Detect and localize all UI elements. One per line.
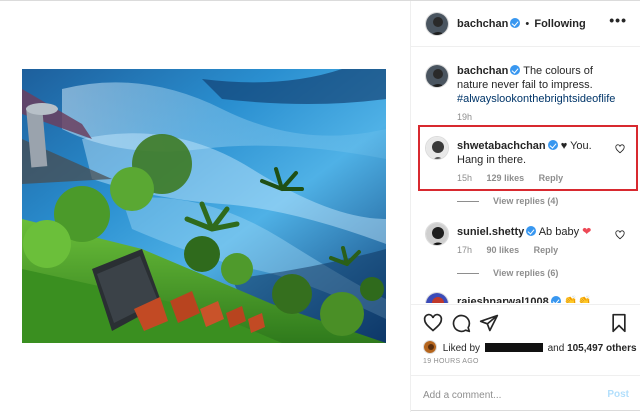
- caption-username[interactable]: bachchan: [457, 65, 508, 77]
- comment-bubble-icon[interactable]: [451, 313, 471, 333]
- caption-text: bachchan The colours of nature never fai…: [457, 64, 615, 106]
- comment-username[interactable]: suniel.shetty: [457, 226, 524, 238]
- verified-badge-icon: [526, 226, 537, 236]
- header-separator: •: [525, 18, 530, 30]
- caption-avatar[interactable]: [425, 64, 449, 88]
- liker-avatar[interactable]: [423, 340, 437, 354]
- view-replies-button[interactable]: View replies (4): [457, 196, 558, 206]
- post-header: bachchan • Following •••: [411, 1, 640, 47]
- instagram-post: bachchan • Following ••• bachchan The co…: [0, 0, 640, 412]
- bachchan-avatar[interactable]: [425, 12, 449, 36]
- save-bookmark-icon[interactable]: [609, 313, 629, 333]
- following-button[interactable]: Following: [534, 18, 585, 30]
- share-send-icon[interactable]: [479, 313, 499, 333]
- liked-by-line: Liked by and 105,497 others: [423, 340, 640, 356]
- redacted-username: [484, 343, 543, 352]
- caption-hashtag[interactable]: #alwayslookonthebrightsideoflife: [457, 93, 615, 105]
- caption-time[interactable]: 19h: [457, 112, 472, 122]
- post-photo[interactable]: [22, 69, 386, 343]
- add-comment-input[interactable]: [423, 387, 593, 403]
- comment-text: suniel.shetty Ab baby ❤: [457, 225, 607, 239]
- caption-meta: 19h: [457, 112, 484, 122]
- verified-badge-icon: [510, 18, 521, 28]
- add-comment-bar: Post: [411, 375, 640, 412]
- header-user-line: bachchan • Following: [457, 18, 586, 30]
- view-replies-button[interactable]: View replies (6): [457, 268, 558, 278]
- like-comment-heart-icon[interactable]: [615, 230, 625, 240]
- liked-by-and: and: [547, 343, 565, 354]
- comment-avatar[interactable]: [425, 222, 449, 246]
- post-timestamp[interactable]: 19 HOURS AGO: [423, 358, 479, 365]
- more-options-icon[interactable]: •••: [609, 12, 627, 28]
- comment-text: rajeshnarwal1008 👏👏: [457, 295, 627, 303]
- red-heart-emoji: ❤: [582, 226, 592, 238]
- comment-body: Ab baby: [538, 226, 580, 238]
- post-sidebar: bachchan • Following ••• bachchan The co…: [410, 1, 640, 412]
- comment-avatar[interactable]: [425, 292, 449, 303]
- post-media-area: [0, 1, 410, 412]
- highlight-box: [418, 125, 638, 191]
- post-comment-button[interactable]: Post: [607, 389, 629, 400]
- comment-time[interactable]: 17h: [457, 245, 472, 255]
- comment-body: 👏👏: [563, 296, 592, 303]
- comment-reply-button[interactable]: Reply: [534, 245, 559, 255]
- verified-badge-icon: [510, 65, 521, 75]
- verified-badge-icon: [550, 296, 561, 303]
- liked-by-prefix: Liked by: [442, 343, 481, 354]
- comment-meta: 17h 90 likes Reply: [457, 245, 570, 255]
- like-heart-icon[interactable]: [423, 313, 443, 333]
- comment-likes[interactable]: 90 likes: [487, 245, 520, 255]
- header-username[interactable]: bachchan: [457, 18, 508, 30]
- post-actions: [411, 304, 640, 340]
- comment-username[interactable]: rajeshnarwal1008: [457, 296, 549, 303]
- liked-by-count[interactable]: 105,497 others: [567, 343, 637, 354]
